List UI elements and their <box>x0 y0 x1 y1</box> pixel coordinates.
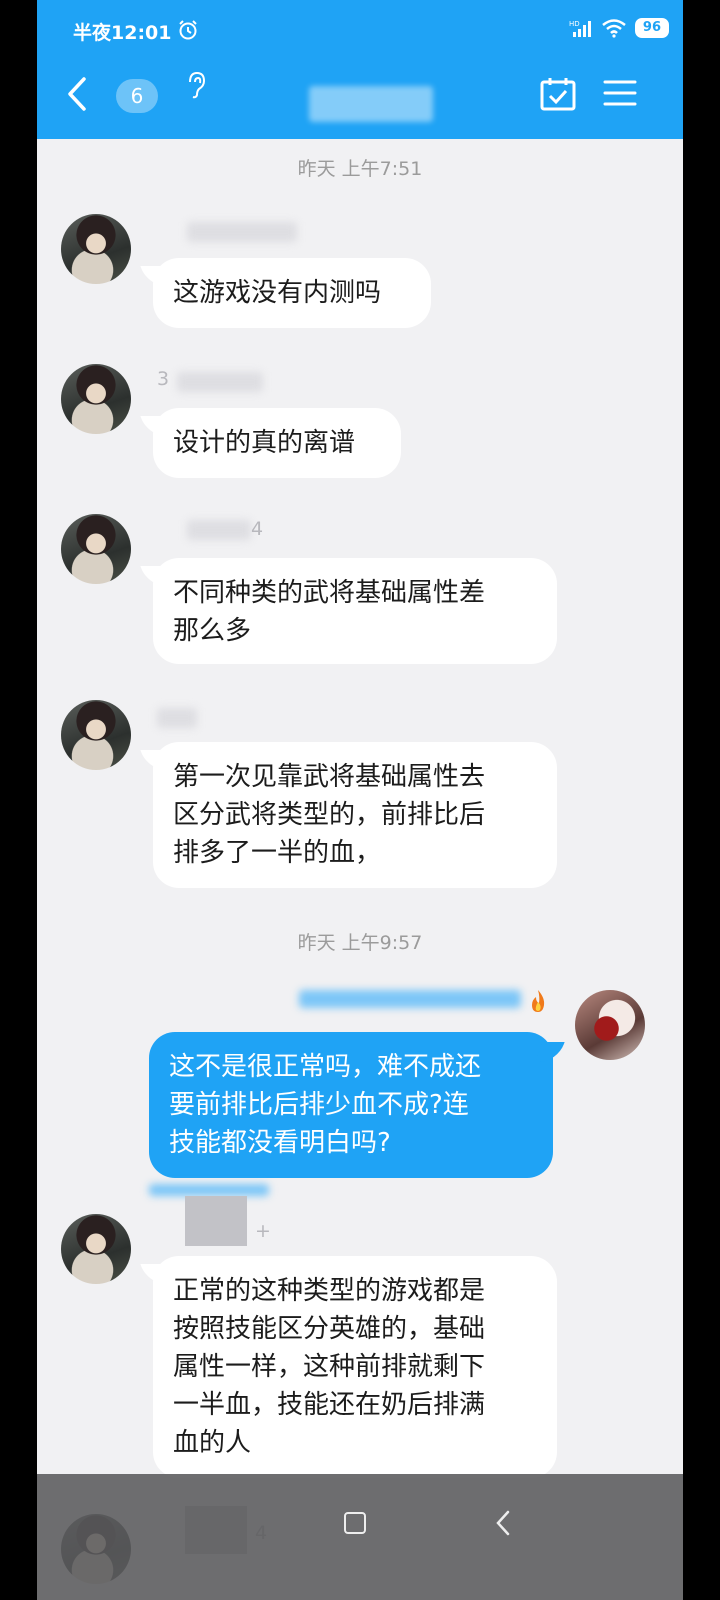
my-message-bubble[interactable]: 这不是很正常吗，难不成还 要前排比后排少血不成?连 技能都没看明白吗? <box>149 1032 553 1178</box>
fire-icon <box>532 990 545 1012</box>
sender-nickname-redacted <box>187 222 297 242</box>
back-button[interactable] <box>65 76 89 112</box>
sender-nickname-fragment: 4 <box>251 518 264 540</box>
status-time: 半夜12:01 <box>73 22 172 44</box>
message-bubble[interactable]: 第一次见靠武将基础属性去 区分武将类型的，前排比后 排多了一半的血， <box>153 742 557 888</box>
sender-avatar[interactable] <box>61 364 131 434</box>
sender-avatar[interactable] <box>61 214 131 284</box>
my-avatar[interactable] <box>575 990 645 1060</box>
sender-avatar[interactable] <box>61 514 131 584</box>
calendar-check-icon[interactable] <box>539 76 577 112</box>
redacted-overlay <box>149 1184 269 1196</box>
message-timestamp: 昨天 上午7:51 <box>297 158 423 180</box>
message-bubble[interactable]: 不同种类的武将基础属性差 那么多 <box>153 558 557 664</box>
alarm-icon <box>179 20 197 40</box>
sender-avatar[interactable] <box>61 700 131 770</box>
signal-icon: HD <box>569 20 591 37</box>
chat-header: 半夜12:01 HD 96 6 <box>37 0 683 139</box>
message-bubble[interactable]: 设计的真的离谱 <box>153 408 401 478</box>
svg-text:HD: HD <box>569 20 580 28</box>
sender-nickname-redacted <box>185 1196 247 1246</box>
sender-nickname-fragment: 3 <box>157 368 170 390</box>
sender-nickname-fragment: + <box>255 1220 271 1242</box>
system-back-button[interactable] <box>495 1510 511 1536</box>
sender-nickname-redacted <box>177 372 263 392</box>
message-timestamp: 昨天 上午9:57 <box>297 932 423 954</box>
system-navigation-bar <box>37 1474 683 1600</box>
menu-icon[interactable] <box>603 78 637 108</box>
unread-count-badge[interactable]: 6 <box>116 79 158 113</box>
message-bubble[interactable]: 这游戏没有内测吗 <box>153 258 431 328</box>
chat-screen: 半夜12:01 HD 96 6 昨天 上午7:51 这游戏没有内测吗 3 设计的… <box>37 0 683 1600</box>
home-button[interactable] <box>344 1512 366 1534</box>
chat-title-redacted <box>309 86 433 122</box>
wifi-icon <box>602 19 626 38</box>
my-nickname-redacted <box>299 990 521 1008</box>
battery-indicator: 96 <box>634 18 669 38</box>
ear-icon[interactable] <box>183 70 209 100</box>
sender-nickname-redacted <box>157 708 197 728</box>
sender-avatar[interactable] <box>61 1214 131 1284</box>
status-indicators: HD 96 <box>569 18 669 38</box>
sender-nickname-redacted <box>187 520 251 540</box>
message-bubble[interactable]: 正常的这种类型的游戏都是 按照技能区分英雄的，基础 属性一样，这种前排就剩下 一… <box>153 1256 557 1478</box>
